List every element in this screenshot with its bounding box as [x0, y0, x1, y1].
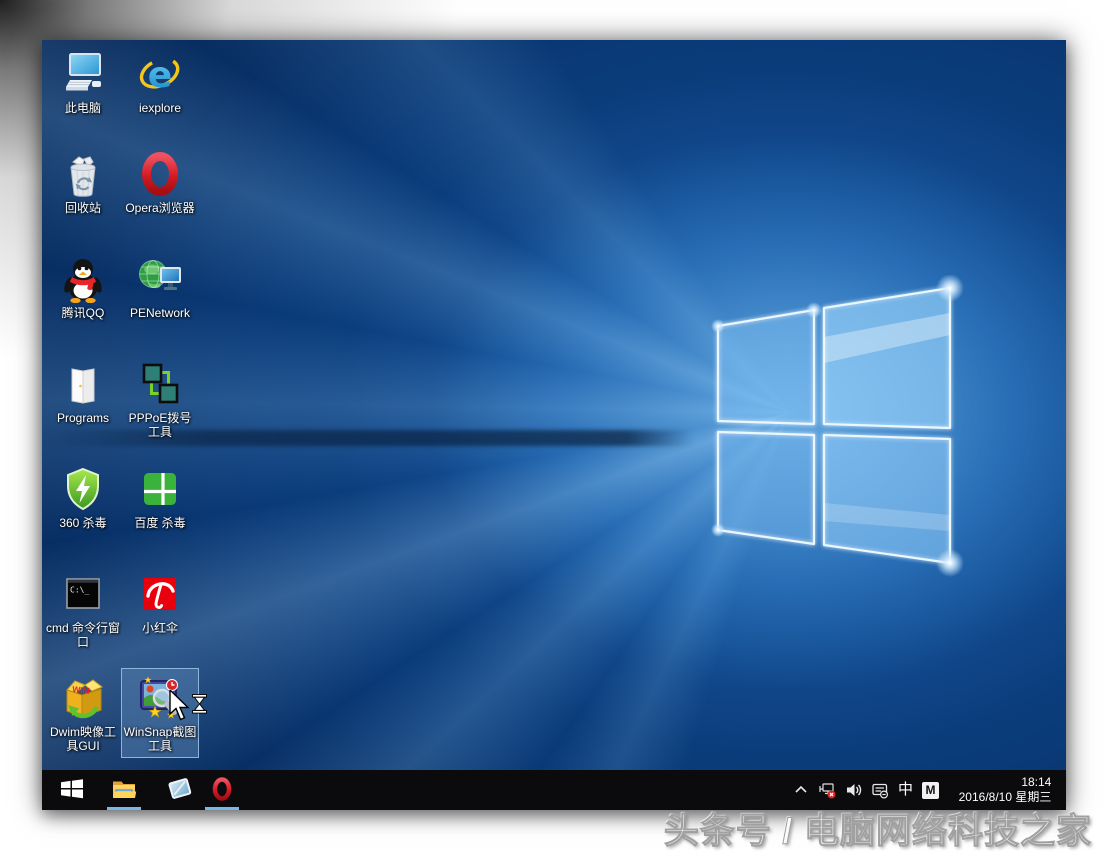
desktop-icon-qq[interactable]: 腾讯QQ: [45, 249, 121, 320]
internet-explorer-icon: e: [136, 50, 184, 98]
desktop-icon-avira[interactable]: 小红伞: [122, 564, 198, 635]
display-icon: [166, 776, 194, 805]
recycle-bin-icon: [59, 150, 107, 198]
start-button[interactable]: [50, 770, 94, 810]
windows-desktop-screenshot: 此电脑 e iexplore: [42, 40, 1066, 810]
desktop-icon-label: Dwim映像工具GUI: [46, 725, 120, 753]
opera-icon: [136, 150, 184, 198]
ime-badge-letter: M: [922, 782, 939, 799]
windows-hero-logo: [692, 275, 972, 585]
mouse-cursor-busy: [168, 690, 210, 731]
running-indicator: [107, 807, 141, 810]
baidu-antivirus-icon: [136, 465, 184, 513]
cmd-terminal-icon: C:\_: [59, 570, 107, 618]
desktop-icon-label: Opera浏览器: [125, 201, 194, 215]
desktop-icon-iexplore[interactable]: e iexplore: [122, 44, 198, 115]
desktop-icon-dwim[interactable]: WIM Dwim映像工具GUI: [45, 668, 121, 753]
svg-text:e: e: [148, 55, 172, 96]
desktop-icon-label: Programs: [57, 411, 109, 425]
svg-text:C:\_: C:\_: [70, 586, 89, 595]
penetwork-icon: [136, 255, 184, 303]
desktop-icon-label: iexplore: [139, 101, 181, 115]
desktop-icon-this-pc[interactable]: 此电脑: [45, 44, 121, 115]
windows-logo-icon: [59, 776, 85, 805]
desktop-icon-label: 360 杀毒: [59, 516, 106, 530]
desktop-icon-penetwork[interactable]: PENetwork: [122, 249, 198, 320]
desktop-icon-opera[interactable]: Opera浏览器: [122, 144, 198, 215]
hourglass-icon: [193, 695, 207, 714]
desktop-icon-label: 百度 杀毒: [134, 516, 185, 530]
desktop-icon-label: cmd 命令行窗口: [46, 621, 120, 649]
qq-penguin-icon: [59, 255, 107, 303]
desktop-icon-pppoe[interactable]: PPPoE拨号工具: [122, 354, 198, 439]
desktop-icon-programs[interactable]: Programs: [45, 354, 121, 425]
desktop-icon-recycle-bin[interactable]: 回收站: [45, 144, 121, 215]
programs-folder-icon: [59, 360, 107, 408]
desktop-icon-cmd[interactable]: C:\_ cmd 命令行窗口: [45, 564, 121, 649]
desktop-icon-label: PPPoE拨号工具: [123, 411, 197, 439]
taskbar-opera-button[interactable]: [200, 770, 244, 810]
wim-box-icon: WIM: [59, 674, 107, 722]
svg-text:WIM: WIM: [72, 684, 90, 696]
taskbar-display-tool-button[interactable]: [158, 770, 202, 810]
clock-time: 18:14: [959, 775, 1052, 790]
desktop-icon-label: PENetwork: [130, 306, 190, 320]
running-indicator: [205, 807, 239, 810]
desktop-icon-label: 小红伞: [142, 621, 178, 635]
desktop-icon-baidu-av[interactable]: 百度 杀毒: [122, 459, 198, 530]
360-shield-icon: [59, 465, 107, 513]
avira-umbrella-icon: [136, 570, 184, 618]
desktop-icon-label: 此电脑: [65, 101, 101, 115]
watermark-text: 头条号 / 电脑网络科技之家: [664, 803, 1092, 852]
desktop-icon-360[interactable]: 360 杀毒: [45, 459, 121, 530]
opera-icon: [209, 776, 235, 805]
file-explorer-icon: [110, 777, 138, 804]
pppoe-dialer-icon: [136, 360, 184, 408]
desktop-icon-label: 腾讯QQ: [62, 306, 105, 320]
this-pc-icon: [59, 50, 107, 98]
page-background: 此电脑 e iexplore: [0, 0, 1108, 852]
taskbar-file-explorer-button[interactable]: [102, 770, 146, 810]
desktop-icon-label: 回收站: [65, 201, 101, 215]
